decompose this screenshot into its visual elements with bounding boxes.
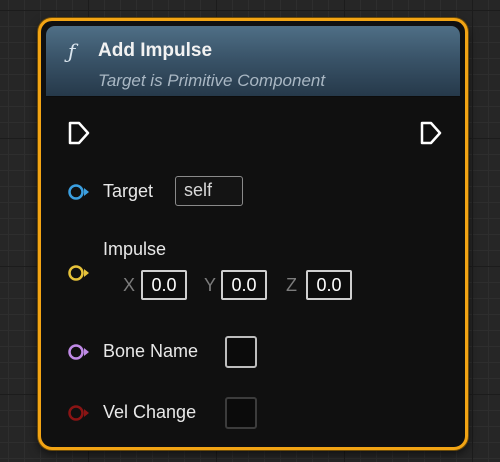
impulse-x-input[interactable]: 0.0 [141,270,187,300]
exec-in-pin-icon[interactable] [67,121,91,145]
impulse-x-label: X [123,275,136,295]
bone-name-field[interactable] [225,336,257,368]
node-subtitle: Target is Primitive Component [98,71,326,90]
vel-change-checkbox[interactable] [225,397,257,429]
exec-out-pin-icon[interactable] [419,121,443,145]
bone-name-label: Bone Name [103,341,199,361]
impulse-y-label: Y [204,275,217,295]
node-title: Add Impulse [98,40,213,61]
target-pin-icon[interactable] [67,182,91,202]
function-icon: ƒ [68,39,76,63]
bone-name-pin-icon[interactable] [67,342,91,362]
impulse-y-input[interactable]: 0.0 [221,270,267,300]
impulse-label: Impulse [103,239,167,259]
vel-change-label: Vel Change [103,402,197,422]
node-header[interactable]: ƒ Add Impulse Target is Primitive Compon… [46,26,460,97]
impulse-z-input[interactable]: 0.0 [306,270,352,300]
impulse-pin-icon[interactable] [67,263,91,283]
target-value-field[interactable]: self [175,176,243,206]
target-label: Target [103,181,154,201]
add-impulse-node[interactable]: ƒ Add Impulse Target is Primitive Compon… [38,18,468,450]
impulse-z-label: Z [286,275,297,295]
vel-change-pin-icon[interactable] [67,403,91,423]
